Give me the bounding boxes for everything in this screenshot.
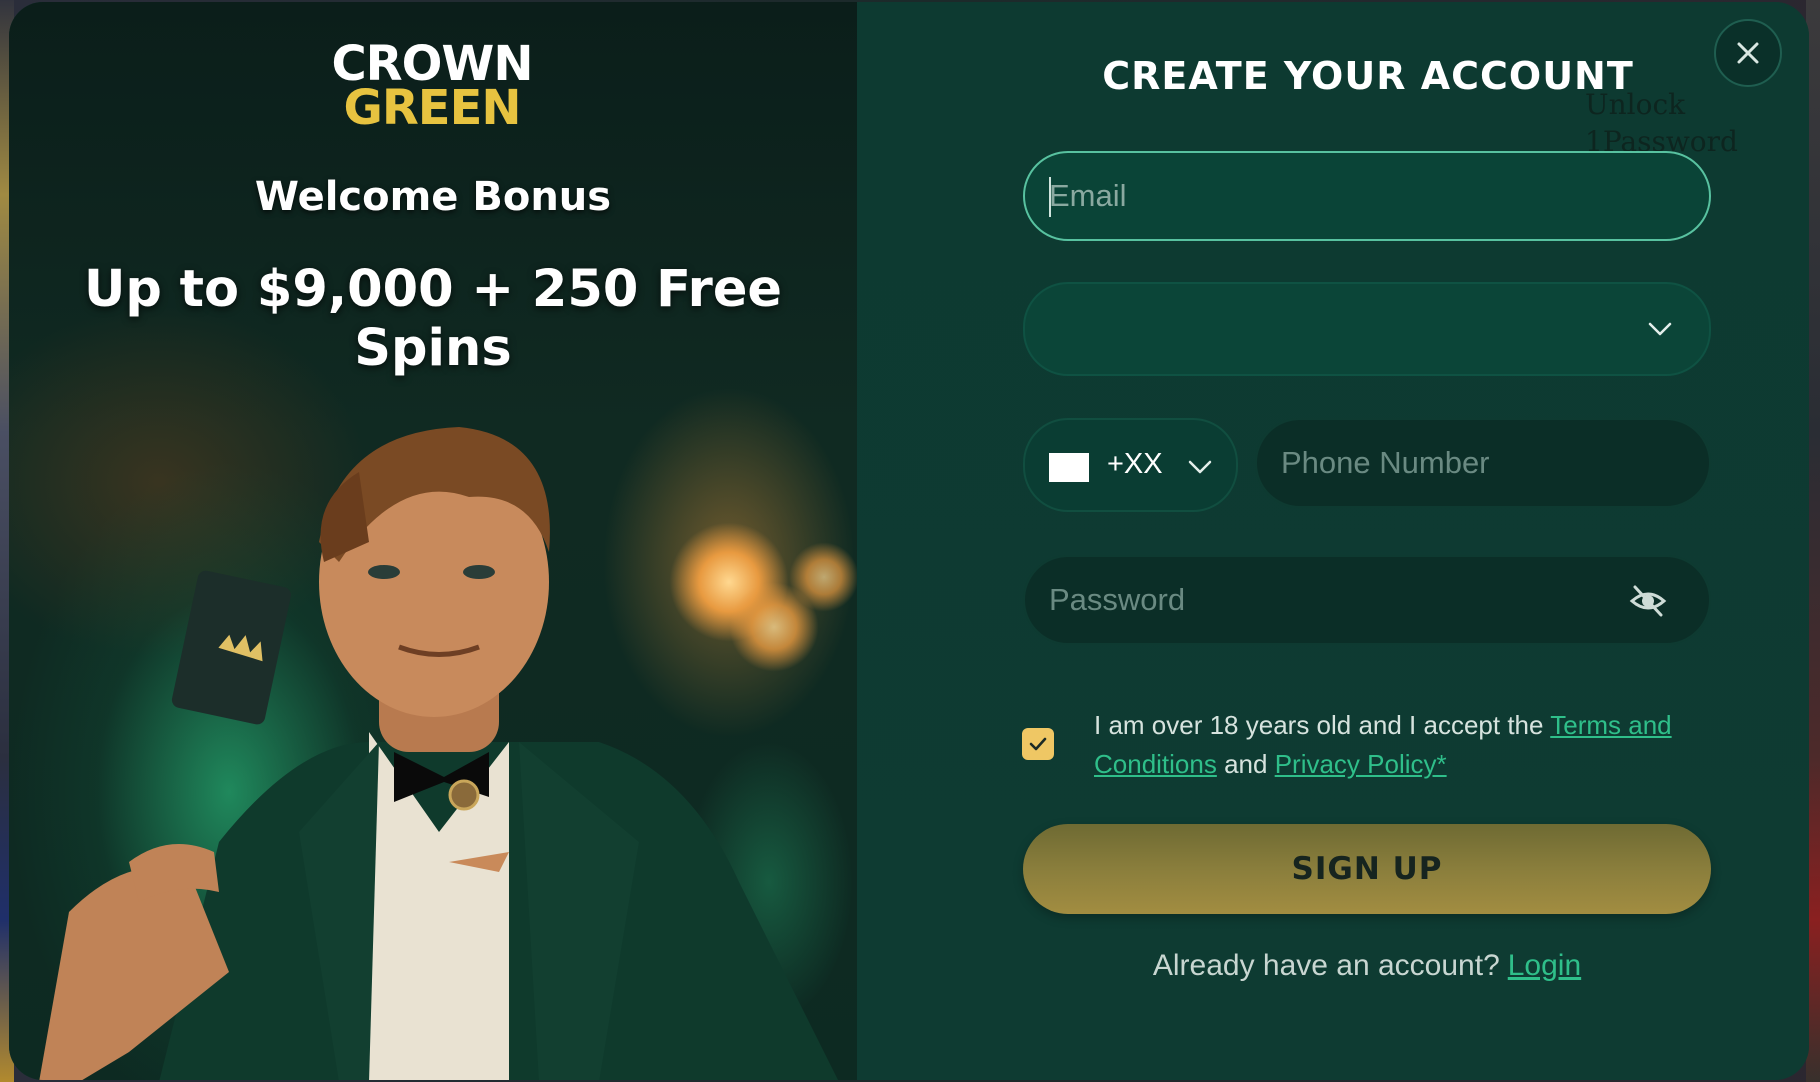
password-manager-hint[interactable]: Unlock 1Password bbox=[1585, 86, 1738, 160]
chevron-down-icon bbox=[1648, 322, 1672, 336]
close-icon bbox=[1737, 42, 1759, 64]
email-input[interactable] bbox=[1049, 153, 1689, 239]
country-code: +XX bbox=[1107, 448, 1163, 480]
country-flag bbox=[1049, 453, 1089, 482]
close-button[interactable] bbox=[1714, 19, 1782, 87]
privacy-link[interactable]: Privacy Policy* bbox=[1275, 749, 1447, 779]
login-prompt-line: Already have an account? Login bbox=[1023, 949, 1711, 983]
login-link[interactable]: Login bbox=[1508, 949, 1581, 982]
country-code-select[interactable]: +XX bbox=[1023, 418, 1238, 512]
signup-button[interactable]: SIGN UP bbox=[1023, 824, 1711, 914]
login-prompt: Already have an account? bbox=[1152, 949, 1500, 982]
logo-line-2: GREEN bbox=[343, 80, 521, 136]
welcome-heading: Welcome Bonus bbox=[254, 174, 612, 220]
consent-text: I am over 18 years old and I accept the … bbox=[1094, 706, 1694, 784]
eye-off-icon[interactable] bbox=[1629, 583, 1667, 619]
chevron-down-icon bbox=[1188, 460, 1212, 474]
bonus-offer: Up to $9,000 + 250 Free Spins bbox=[83, 260, 782, 378]
password-input[interactable] bbox=[1049, 557, 1609, 643]
email-field[interactable] bbox=[1023, 151, 1711, 241]
promo-panel: CROWN GREEN Welcome Bonus Up to $9,000 +… bbox=[9, 2, 857, 1080]
text-caret bbox=[1049, 177, 1051, 217]
phone-field[interactable] bbox=[1255, 418, 1711, 508]
brand-logo: CROWN GREEN bbox=[317, 40, 547, 136]
pm-hint-line-1: Unlock bbox=[1585, 88, 1686, 121]
consent-prefix: I am over 18 years old and I accept the bbox=[1094, 710, 1551, 740]
gentleman-illustration bbox=[39, 427, 838, 1080]
currency-select[interactable] bbox=[1023, 282, 1711, 376]
password-field[interactable] bbox=[1023, 555, 1711, 645]
checkmark-icon bbox=[1029, 737, 1047, 751]
age-consent-checkbox[interactable] bbox=[1022, 728, 1054, 760]
phone-input[interactable] bbox=[1281, 420, 1691, 506]
consent-and: and bbox=[1216, 749, 1275, 779]
